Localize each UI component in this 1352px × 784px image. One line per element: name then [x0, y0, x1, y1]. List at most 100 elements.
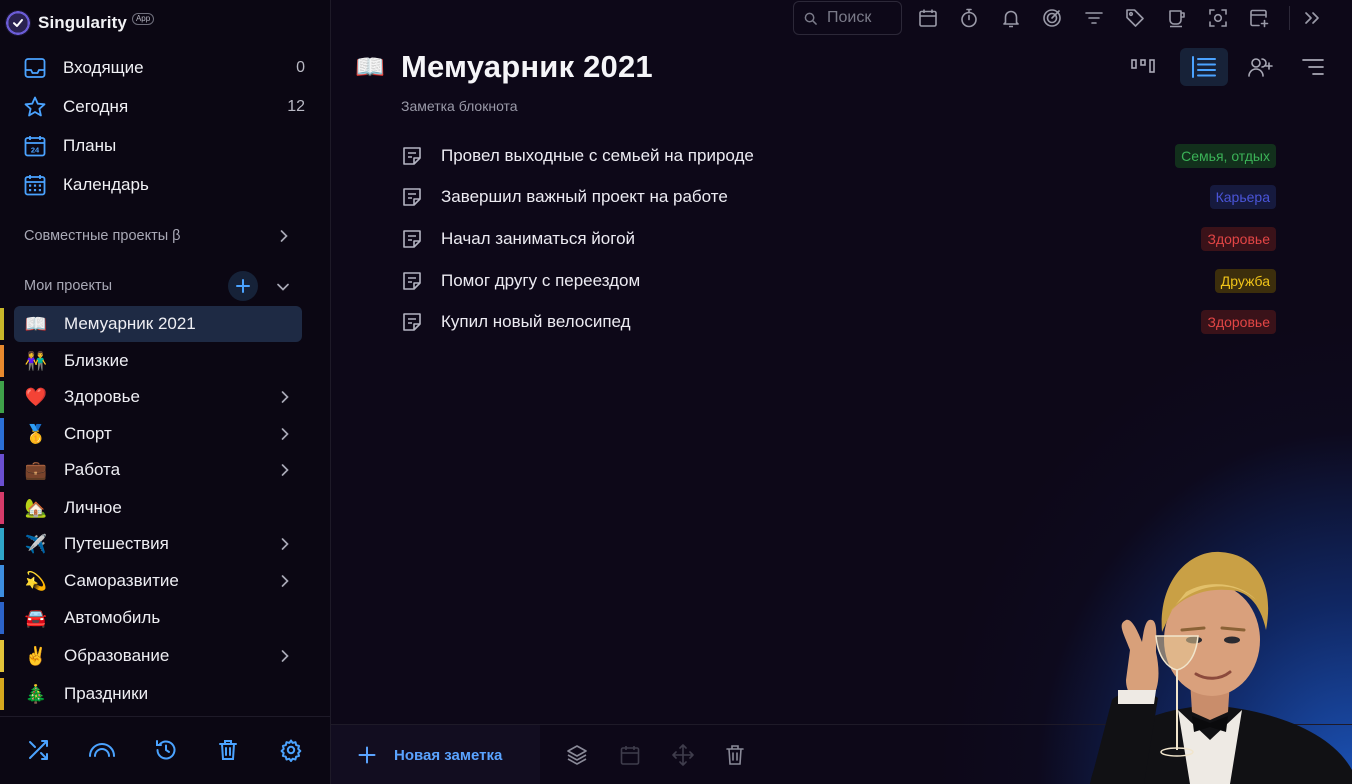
- page-title[interactable]: Мемуарник 2021: [401, 49, 653, 85]
- project-item-self-development[interactable]: 💫 Саморазвитие: [0, 563, 302, 599]
- trash-icon[interactable]: [214, 736, 242, 764]
- chevron-right-icon[interactable]: [277, 229, 291, 243]
- layers-icon[interactable]: [564, 742, 590, 768]
- my-projects-title: Мои проекты: [24, 278, 113, 294]
- project-item-education[interactable]: ✌️ Образование: [0, 638, 302, 674]
- project-color-bar: [0, 454, 4, 486]
- focus-scan-icon[interactable]: [1207, 7, 1229, 29]
- toolbar-divider: [1289, 6, 1290, 30]
- filter-icon[interactable]: [1083, 7, 1105, 29]
- project-item-health[interactable]: ❤️ Здоровье: [0, 379, 302, 415]
- move-arrows-icon[interactable]: [670, 742, 696, 768]
- project-item-car[interactable]: 🚘 Автомобиль: [0, 600, 302, 636]
- project-color-bar: [0, 418, 4, 450]
- add-user-icon: [1248, 58, 1273, 77]
- target-icon[interactable]: [1041, 7, 1063, 29]
- list-view-button[interactable]: [1180, 48, 1228, 86]
- chevron-down-icon[interactable]: [276, 280, 290, 294]
- shuffle-icon[interactable]: [24, 736, 52, 764]
- project-color-bar: [0, 381, 4, 413]
- chevron-right-icon[interactable]: [280, 427, 290, 441]
- shared-projects-title[interactable]: Совместные проекты β: [24, 228, 181, 244]
- nav-item-today[interactable]: Сегодня 12: [22, 92, 312, 122]
- note-tag[interactable]: Здоровье: [1201, 310, 1276, 334]
- calendar-icon[interactable]: [917, 7, 939, 29]
- sort-options-button[interactable]: [1289, 48, 1337, 86]
- project-color-bar: [0, 678, 4, 710]
- share-users-button[interactable]: [1237, 48, 1285, 86]
- project-label: Саморазвитие: [64, 571, 179, 590]
- rainbow-icon[interactable]: [88, 736, 116, 764]
- calendar-grid-icon: [22, 172, 48, 198]
- note-icon: [401, 145, 423, 167]
- stopwatch-icon[interactable]: [958, 7, 980, 29]
- project-item-personal[interactable]: 🏡 Личное: [0, 490, 302, 526]
- chevron-right-icon[interactable]: [280, 463, 290, 477]
- house-icon: 🏡: [24, 498, 48, 518]
- note-row[interactable]: Провел выходные с семьей на природе Семь…: [401, 142, 1276, 170]
- search-box[interactable]: [793, 1, 902, 35]
- nav-item-inbox[interactable]: Входящие 0: [22, 53, 312, 83]
- app-window: Singularity App Входящие 0 Сегодня 12 24…: [0, 0, 1352, 784]
- project-item-memoir[interactable]: 📖 Мемуарник 2021: [0, 306, 302, 342]
- project-label: Личное: [64, 498, 122, 517]
- project-item-close-ones[interactable]: 👫 Близкие: [0, 343, 302, 379]
- car-icon: 🚘: [24, 608, 48, 628]
- chevron-right-icon[interactable]: [280, 537, 290, 551]
- note-tag[interactable]: Карьера: [1209, 185, 1276, 209]
- note-icon: [401, 228, 423, 250]
- book-icon: 📖: [24, 314, 48, 334]
- note-tag[interactable]: Дружба: [1214, 269, 1276, 293]
- christmas-tree-icon: 🎄: [24, 684, 48, 704]
- singularity-logo-icon: [5, 10, 31, 36]
- svg-text:24: 24: [31, 146, 40, 155]
- star-icon: [22, 94, 48, 120]
- chevron-right-icon[interactable]: [280, 390, 290, 404]
- project-item-travel[interactable]: ✈️ Путешествия: [0, 526, 302, 562]
- briefcase-icon: 💼: [24, 460, 48, 480]
- settings-gear-icon[interactable]: [277, 736, 305, 764]
- nav-item-plans[interactable]: 24 Планы: [22, 131, 312, 161]
- project-item-work[interactable]: 💼 Работа: [0, 452, 302, 488]
- note-title: Провел выходные с семьей на природе: [441, 146, 754, 165]
- project-color-bar: [0, 492, 4, 524]
- note-row[interactable]: Начал заниматься йогой Здоровье: [401, 225, 1276, 253]
- note-title: Помог другу с переездом: [441, 271, 641, 290]
- project-color-bar: [0, 345, 4, 377]
- project-item-sport[interactable]: 🥇 Спорт: [0, 416, 302, 452]
- chevron-right-icon[interactable]: [280, 574, 290, 588]
- airplane-icon: ✈️: [24, 534, 48, 554]
- trash-icon[interactable]: [722, 742, 748, 768]
- couple-icon: 👫: [24, 351, 48, 371]
- kanban-view-button[interactable]: [1119, 48, 1167, 86]
- note-row[interactable]: Купил новый велосипед Здоровье: [401, 308, 1276, 336]
- note-title: Купил новый велосипед: [441, 312, 631, 331]
- list-view-icon: [1192, 56, 1216, 78]
- note-row[interactable]: Завершил важный проект на работе Карьера: [401, 183, 1276, 211]
- project-item-holidays[interactable]: 🎄 Праздники: [0, 676, 302, 712]
- tag-icon[interactable]: [1124, 7, 1146, 29]
- calendar-disabled-icon[interactable]: [617, 742, 643, 768]
- plus-icon: [236, 279, 250, 293]
- brand[interactable]: Singularity App: [5, 9, 155, 37]
- calendar-24-icon: 24: [22, 133, 48, 159]
- note-row[interactable]: Помог другу с переездом Дружба: [401, 267, 1276, 295]
- chevron-right-icon[interactable]: [280, 649, 290, 663]
- bell-icon[interactable]: [1000, 7, 1022, 29]
- history-icon[interactable]: [152, 736, 180, 764]
- plus-icon: [358, 746, 376, 764]
- nav-item-calendar[interactable]: Календарь: [22, 170, 312, 200]
- new-note-button[interactable]: Новая заметка: [331, 725, 540, 784]
- search-input[interactable]: [827, 9, 897, 27]
- note-icon: [401, 186, 423, 208]
- victory-hand-icon: ✌️: [24, 646, 48, 666]
- note-tag[interactable]: Семья, отдых: [1175, 144, 1276, 168]
- nav-label: Входящие: [63, 58, 144, 77]
- collapse-panel-icon[interactable]: [1301, 7, 1323, 29]
- add-project-button[interactable]: [228, 271, 258, 301]
- coffee-cup-icon[interactable]: [1166, 7, 1188, 29]
- sidebar-toolbar: [0, 716, 330, 784]
- add-calendar-icon[interactable]: [1248, 7, 1270, 29]
- note-tag[interactable]: Здоровье: [1201, 227, 1276, 251]
- note-icon: [401, 311, 423, 333]
